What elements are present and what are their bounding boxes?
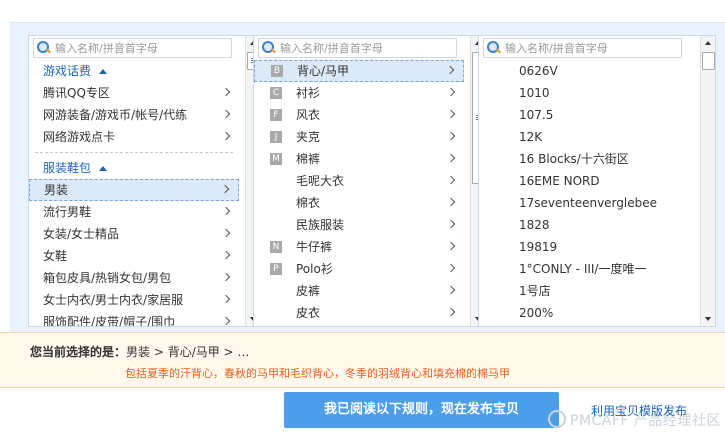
- list-item[interactable]: N 牛仔裤: [254, 236, 464, 258]
- list-item[interactable]: J 夹克: [254, 126, 464, 148]
- category-list-1: 游戏话费 腾讯QQ专区 网游装备/游戏币/帐号/代练 网络游戏点卡 服装鞋包 男…: [29, 60, 239, 326]
- list-item[interactable]: P Polo衫: [254, 258, 464, 280]
- selection-status: 您当前选择的是：男装 > 背心/马甲 > … 包括夏季的汗背心，春秋的马甲和毛织…: [0, 332, 725, 388]
- list-item[interactable]: 16 Blocks/十六街区: [479, 148, 694, 170]
- brand-list: 0626V 1010 107.5 12K 16 Blocks/十六街区 16EM…: [479, 60, 694, 324]
- group-header-apparel[interactable]: 服装鞋包: [29, 157, 239, 179]
- chevron-right-icon: [446, 285, 456, 295]
- letter-badge: F: [270, 109, 282, 121]
- current-selection: 您当前选择的是：男装 > 背心/马甲 > …: [30, 345, 250, 359]
- chevron-right-icon: [221, 294, 231, 304]
- chevron-right-icon: [446, 153, 456, 163]
- list-item[interactable]: 网游装备/游戏币/帐号/代练: [29, 104, 239, 126]
- letter-badge: B: [271, 65, 283, 77]
- list-item[interactable]: 网络游戏点卡: [29, 126, 239, 148]
- chevron-right-icon: [445, 65, 455, 75]
- list-item[interactable]: 箱包皮具/热销女包/男包: [29, 267, 239, 289]
- divider: [35, 152, 233, 153]
- search-icon: [487, 41, 501, 55]
- scroll-down-icon[interactable]: [705, 317, 711, 321]
- chevron-right-icon: [221, 206, 231, 216]
- chevron-right-icon: [221, 87, 231, 97]
- list-item[interactable]: 皮裤: [254, 280, 464, 302]
- letter-badge: M: [270, 153, 282, 165]
- list-item[interactable]: 女装/女士精品: [29, 223, 239, 245]
- chevron-right-icon: [446, 87, 456, 97]
- list-item[interactable]: 12K: [479, 126, 694, 148]
- letter-badge: C: [270, 87, 282, 99]
- chevron-right-icon: [221, 250, 231, 260]
- list-item[interactable]: 流行男鞋: [29, 201, 239, 223]
- list-item[interactable]: C 衬衫: [254, 82, 464, 104]
- list-item[interactable]: F 风衣: [254, 104, 464, 126]
- list-item-selected[interactable]: 男装: [29, 179, 239, 201]
- group-header-games[interactable]: 游戏话费: [29, 60, 239, 82]
- chevron-right-icon: [446, 219, 456, 229]
- chevron-right-icon: [446, 263, 456, 273]
- category-list-2: B 背心/马甲 C 衬衫 F 风衣 J 夹克 M 棉裤 毛呢大衣 棉衣 民族服装 N 牛仔裤…: [254, 60, 464, 324]
- scroll-up-icon[interactable]: [705, 41, 711, 45]
- scrollbar-3[interactable]: [700, 36, 715, 326]
- chevron-right-icon: [446, 131, 456, 141]
- search-box-1[interactable]: 输入名称/拼音首字母: [33, 38, 232, 58]
- collapse-up-icon: [99, 69, 108, 74]
- search-placeholder: 输入名称/拼音首字母: [280, 42, 383, 55]
- list-item[interactable]: 皮衣: [254, 302, 464, 324]
- chevron-right-icon: [221, 272, 231, 282]
- chevron-right-icon: [446, 197, 456, 207]
- letter-badge: J: [270, 131, 282, 143]
- list-item[interactable]: 19819: [479, 236, 694, 258]
- chevron-right-icon: [221, 131, 231, 141]
- list-item[interactable]: 民族服装: [254, 214, 464, 236]
- list-item[interactable]: 毛呢大衣: [254, 170, 464, 192]
- search-placeholder: 输入名称/拼音首字母: [505, 42, 608, 55]
- publish-button[interactable]: 我已阅读以下规则，现在发布宝贝: [284, 392, 559, 428]
- chevron-right-icon: [446, 109, 456, 119]
- category-description: 包括夏季的汗背心，春秋的马甲和毛织背心，冬季的羽绒背心和填充棉的棉马甲: [125, 367, 510, 380]
- category-column-2: 输入名称/拼音首字母 B 背心/马甲 C 衬衫 F 风衣 J 夹克 M 棉裤 毛呢大衣 棉…: [253, 35, 486, 327]
- list-item[interactable]: 女鞋: [29, 245, 239, 267]
- collapse-up-icon: [99, 166, 108, 171]
- chevron-right-icon: [446, 307, 456, 317]
- category-selector: 输入名称/拼音首字母 游戏话费 腾讯QQ专区 网游装备/游戏币/帐号/代练 网络…: [10, 22, 725, 333]
- watermark-logo-icon: [548, 410, 566, 428]
- letter-badge: N: [270, 241, 282, 253]
- list-item[interactable]: 服饰配件/皮带/帽子/围巾: [29, 311, 239, 326]
- chevron-right-icon: [221, 228, 231, 238]
- list-item[interactable]: 1号店: [479, 280, 694, 302]
- list-item[interactable]: 棉衣: [254, 192, 464, 214]
- list-item[interactable]: 0626V: [479, 60, 694, 82]
- search-box-2[interactable]: 输入名称/拼音首字母: [258, 38, 457, 58]
- chevron-right-icon: [221, 109, 231, 119]
- search-placeholder: 输入名称/拼音首字母: [55, 42, 158, 55]
- chevron-right-icon: [446, 241, 456, 251]
- list-item[interactable]: 1°CONLY - III/一度唯一: [479, 258, 694, 280]
- scroll-thumb[interactable]: [702, 52, 715, 70]
- category-column-3: 输入名称/拼音首字母 0626V 1010 107.5 12K 16 Block…: [478, 35, 716, 327]
- search-box-3[interactable]: 输入名称/拼音首字母: [483, 38, 682, 58]
- list-item[interactable]: 200%: [479, 302, 694, 324]
- search-icon: [262, 41, 276, 55]
- list-item[interactable]: 17seventeenverglebee: [479, 192, 694, 214]
- list-item[interactable]: 16EME NORD: [479, 170, 694, 192]
- search-icon: [37, 41, 51, 55]
- list-item-selected[interactable]: B 背心/马甲: [254, 60, 464, 82]
- chevron-right-icon: [220, 184, 230, 194]
- category-column-1: 输入名称/拼音首字母 游戏话费 腾讯QQ专区 网游装备/游戏币/帐号/代练 网络…: [28, 35, 261, 327]
- list-item[interactable]: M 棉裤: [254, 148, 464, 170]
- list-item[interactable]: 女士内衣/男士内衣/家居服: [29, 289, 239, 311]
- letter-badge: P: [270, 263, 282, 275]
- list-item[interactable]: 107.5: [479, 104, 694, 126]
- list-item[interactable]: 1828: [479, 214, 694, 236]
- list-item[interactable]: 腾讯QQ专区: [29, 82, 239, 104]
- chevron-right-icon: [221, 316, 231, 326]
- list-item[interactable]: 1010: [479, 82, 694, 104]
- template-publish-link[interactable]: 利用宝贝模版发布: [591, 402, 687, 419]
- chevron-right-icon: [446, 175, 456, 185]
